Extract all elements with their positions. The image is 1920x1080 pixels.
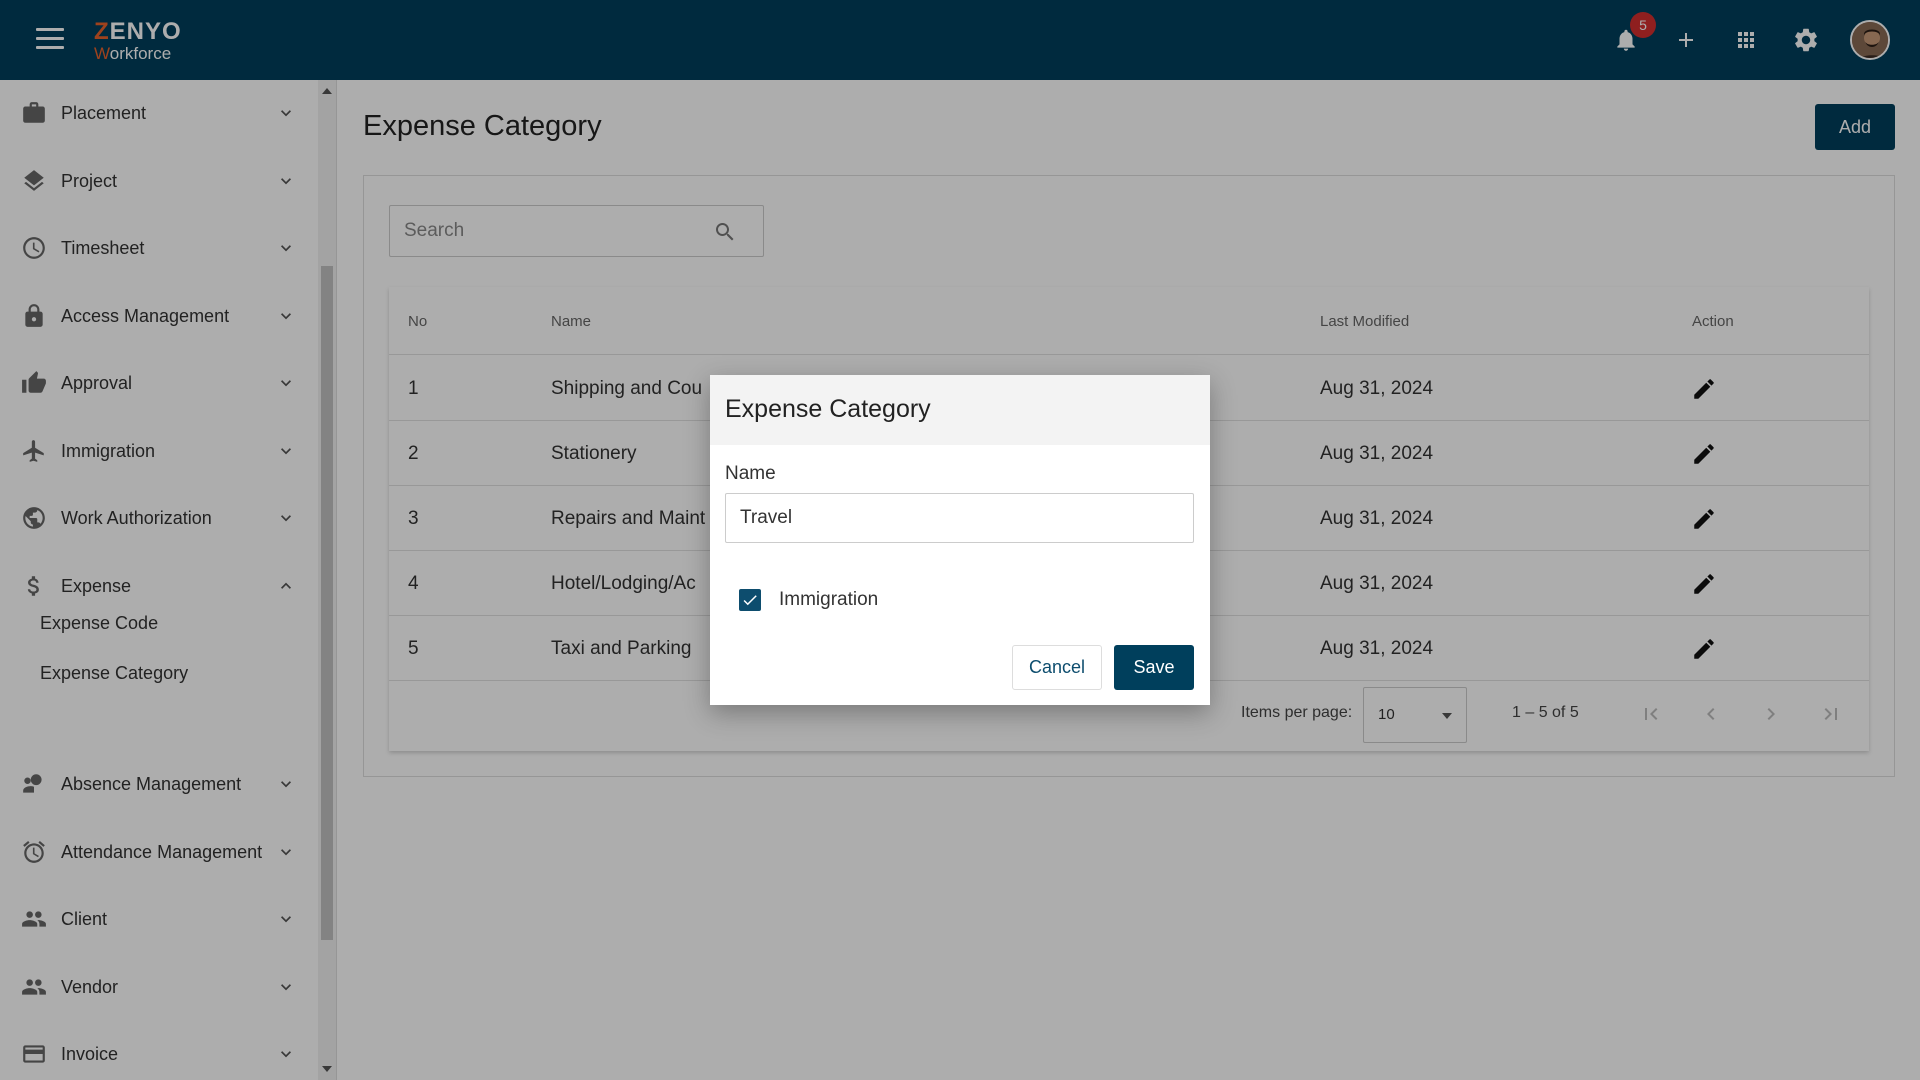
name-field[interactable] [725, 493, 1194, 543]
checkmark-icon [743, 595, 757, 606]
immigration-checkbox-label[interactable]: Immigration [779, 589, 878, 611]
save-button[interactable]: Save [1114, 645, 1194, 690]
immigration-checkbox[interactable] [739, 589, 761, 611]
cancel-button[interactable]: Cancel [1012, 645, 1102, 690]
expense-category-dialog: Expense Category Name Immigration Cancel… [710, 375, 1210, 705]
name-field-label: Name [725, 463, 776, 484]
dialog-header: Expense Category [710, 375, 1210, 445]
dialog-title: Expense Category [725, 395, 931, 423]
